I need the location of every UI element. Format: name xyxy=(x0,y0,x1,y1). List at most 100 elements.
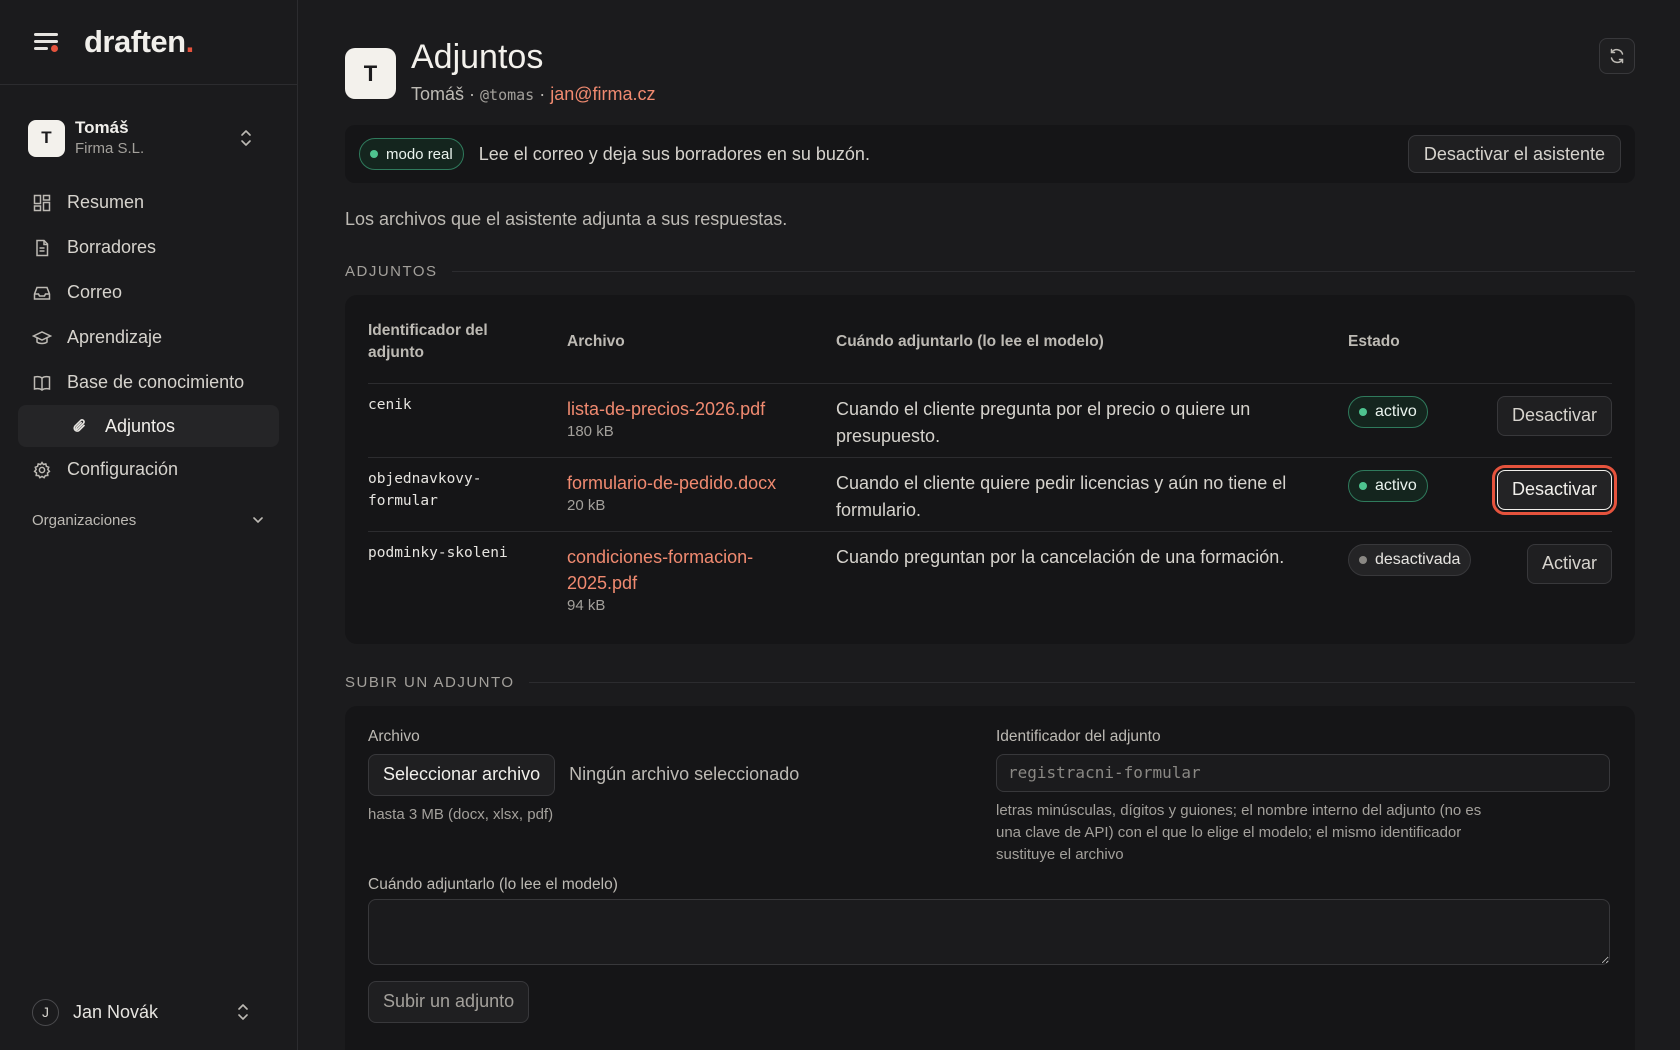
organizations-section-label: Organizaciones xyxy=(32,511,137,529)
status-dot xyxy=(370,150,378,158)
user-display-name: Tomáš xyxy=(411,84,465,104)
column-header-when: Cuándo adjuntarlo (lo lee el modelo) xyxy=(836,295,1348,384)
status-badge-label: activo xyxy=(1375,476,1417,494)
main-content: T Adjuntos Tomáš · @tomas · jan@firma.cz… xyxy=(345,0,1635,1050)
column-header-status: Estado xyxy=(1348,295,1478,384)
sidebar-item-label: Adjuntos xyxy=(105,415,176,436)
user-name: Jan Novák xyxy=(73,1001,159,1022)
no-file-text: Ningún archivo seleccionado xyxy=(569,764,800,784)
assistant-status-banner: modo real Lee el correo y deja sus borra… xyxy=(345,125,1635,183)
section-title-text: SUBIR UN ADJUNTO xyxy=(345,673,515,691)
status-dot xyxy=(1359,481,1367,490)
attachment-id: objednavkovy-formular xyxy=(368,457,567,532)
page-header: T Adjuntos Tomáš · @tomas · jan@firma.cz xyxy=(345,0,1635,115)
deactivate-attachment-button[interactable]: Desactivar xyxy=(1496,395,1612,436)
attachment-action-cell: Desactivar xyxy=(1478,383,1612,458)
page-subtitle: Tomáš · @tomas · jan@firma.cz xyxy=(411,84,656,105)
attachment-when: Cuando el cliente quiere pedir licencias… xyxy=(836,457,1348,532)
table-row: objednavkovy-formular formulario-de-pedi… xyxy=(368,457,1618,532)
menu-icon[interactable] xyxy=(34,31,60,53)
attachment-file-cell: condiciones-formacion-2025.pdf 94 kB xyxy=(567,531,836,644)
inbox-icon xyxy=(33,286,51,300)
attachment-action-cell: Activar xyxy=(1478,531,1612,644)
sidebar-item-label: Configuración xyxy=(67,459,179,479)
column-header-actions xyxy=(1478,295,1612,384)
grid-icon xyxy=(33,194,51,211)
status-badge: activo xyxy=(1348,395,1428,428)
sidebar: draften. T Tomáš Firma S.L. Resumen Borr… xyxy=(0,0,298,1050)
attachment-when: Cuando el cliente pregunta por el precio… xyxy=(836,383,1348,458)
sidebar-item-borradores[interactable]: Borradores xyxy=(18,225,279,270)
refresh-icon xyxy=(1610,48,1624,64)
separator: · xyxy=(464,84,481,104)
column-header-file: Archivo xyxy=(567,295,836,384)
file-picker: Seleccionar archivo Ningún archivo selec… xyxy=(368,753,928,796)
sidebar-item-configuracion[interactable]: Configuración xyxy=(18,447,279,492)
attachment-when: Cuando preguntan por la cancelación de u… xyxy=(836,546,1285,567)
sidebar-item-resumen[interactable]: Resumen xyxy=(18,180,279,225)
account-name: Tomáš xyxy=(75,118,129,137)
status-dot xyxy=(1359,555,1367,564)
activate-attachment-button[interactable]: Activar xyxy=(1526,543,1612,584)
refresh-button[interactable] xyxy=(1599,38,1635,74)
when-label: Cuándo adjuntarlo (lo lee el modelo) xyxy=(368,875,618,893)
attachment-id: cenik xyxy=(368,383,567,458)
sidebar-item-base-de-conocimiento[interactable]: Base de conocimiento xyxy=(18,360,279,405)
document-icon xyxy=(36,239,49,256)
column-header-identifier: Identificador del adjunto xyxy=(368,295,567,384)
organizations-section-toggle[interactable]: Organizaciones xyxy=(18,498,279,542)
identifier-input[interactable] xyxy=(996,753,1610,792)
attachment-file-link[interactable]: condiciones-formacion-2025.pdf xyxy=(567,544,816,596)
user-handle: @tomas xyxy=(480,86,535,104)
choose-file-button[interactable]: Seleccionar archivo xyxy=(368,753,556,796)
attachment-file-size: 180 kB xyxy=(567,422,614,440)
deactivate-attachment-button[interactable]: Desactivar xyxy=(1491,464,1618,515)
sidebar-item-label: Aprendizaje xyxy=(67,327,163,347)
status-dot xyxy=(1359,407,1367,416)
section-title-text: ADJUNTOS xyxy=(345,263,438,280)
attachment-file-link[interactable]: lista-de-precios-2026.pdf xyxy=(567,396,836,422)
when-textarea[interactable] xyxy=(368,898,1610,965)
table-header-row: Identificador del adjunto Archivo Cuándo… xyxy=(368,295,1612,384)
sidebar-item-adjuntos[interactable]: Adjuntos xyxy=(18,405,279,447)
attachment-status-cell: activo xyxy=(1348,383,1478,458)
attachment-status-cell: activo xyxy=(1348,457,1478,532)
attachments-table: Identificador del adjunto Archivo Cuándo… xyxy=(368,295,1618,644)
mode-badge: modo real xyxy=(359,138,464,170)
graduation-cap-icon xyxy=(32,330,52,344)
attachment-file-cell: lista-de-precios-2026.pdf 180 kB xyxy=(567,383,836,458)
account-switcher[interactable]: T Tomáš Firma S.L. xyxy=(28,115,273,161)
attachment-file-cell: formulario-de-pedido.docx 20 kB xyxy=(567,457,836,532)
mode-badge-label: modo real xyxy=(386,145,453,163)
file-hint: hasta 3 MB (docx, xlsx, pdf) xyxy=(368,805,554,823)
sidebar-item-label: Borradores xyxy=(67,237,157,257)
brand-logo[interactable]: draften. xyxy=(84,24,194,60)
attachment-file-size: 94 kB xyxy=(567,596,606,614)
divider xyxy=(451,271,1635,272)
paperclip-icon xyxy=(73,419,86,432)
identifier-label: Identificador del adjunto xyxy=(996,727,1161,745)
brand-row: draften. xyxy=(0,0,297,85)
sidebar-item-label: Base de conocimiento xyxy=(67,372,245,392)
attachment-action-cell: Desactivar xyxy=(1478,457,1618,532)
upload-attachment-button[interactable]: Subir un adjunto xyxy=(368,980,530,1023)
table-row: cenik lista-de-precios-2026.pdf 180 kB C… xyxy=(368,383,1612,458)
page-intro: Los archivos que el asistente adjunta a … xyxy=(345,209,788,229)
identifier-hint: letras minúsculas, dígitos y guiones; el… xyxy=(996,801,1482,863)
sidebar-item-label: Resumen xyxy=(67,192,145,212)
status-badge: desactivada xyxy=(1348,543,1472,576)
table-row: podminky-skoleni condiciones-formacion-2… xyxy=(368,531,1612,644)
attachment-file-link[interactable]: formulario-de-pedido.docx xyxy=(567,470,836,496)
status-badge-label: desactivada xyxy=(1375,550,1461,568)
deactivate-assistant-button[interactable]: Desactivar el asistente xyxy=(1407,135,1621,173)
sidebar-item-label: Correo xyxy=(67,282,123,302)
sidebar-item-correo[interactable]: Correo xyxy=(18,270,279,315)
attachments-section-title: ADJUNTOS xyxy=(345,263,1635,280)
attachment-file-size: 20 kB xyxy=(567,496,606,514)
user-avatar: J xyxy=(32,998,59,1026)
sidebar-item-aprendizaje[interactable]: Aprendizaje xyxy=(18,315,279,360)
user-menu[interactable]: J Jan Novák xyxy=(32,996,274,1028)
chevron-up-down-icon xyxy=(238,1004,248,1020)
account-org: Firma S.L. xyxy=(75,140,145,157)
user-email-link[interactable]: jan@firma.cz xyxy=(550,84,655,104)
